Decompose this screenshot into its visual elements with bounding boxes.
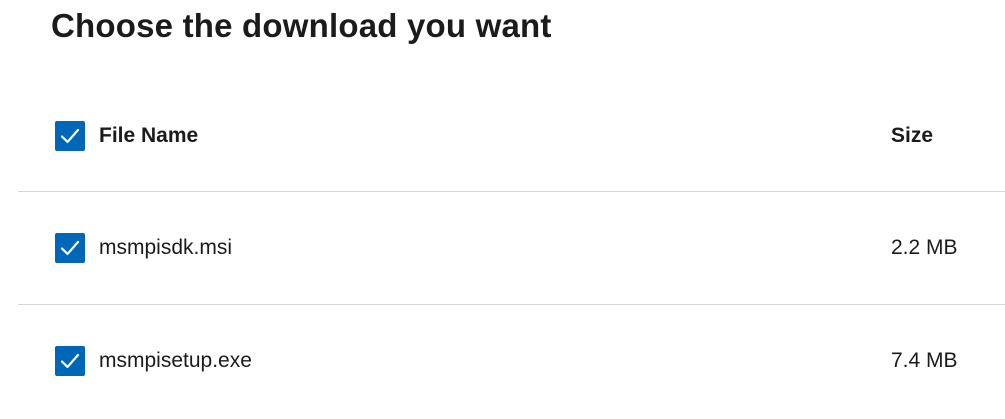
file-size: 7.4 MB bbox=[891, 349, 958, 372]
column-header-size: Size bbox=[891, 123, 934, 147]
file-size: 2.2 MB bbox=[891, 236, 958, 259]
checkmark-icon bbox=[60, 353, 80, 369]
file-checkbox-msmpisdk[interactable] bbox=[55, 233, 85, 263]
file-name: msmpisetup.exe bbox=[99, 349, 252, 372]
select-all-checkbox[interactable] bbox=[55, 120, 85, 151]
file-checkbox-msmpisetup[interactable] bbox=[55, 346, 85, 376]
column-header-file-name: File Name bbox=[99, 123, 199, 147]
checkmark-icon bbox=[60, 128, 80, 143]
download-table: File Name Size msmpisdk.msi 2.2 MB msmpi… bbox=[18, 80, 1005, 417]
page-title: Choose the download you want bbox=[51, 7, 552, 44]
checkmark-icon bbox=[60, 240, 80, 256]
table-header-row: File Name Size bbox=[18, 80, 1005, 192]
file-name: msmpisdk.msi bbox=[99, 236, 233, 259]
table-row: msmpisdk.msi 2.2 MB bbox=[18, 192, 1005, 305]
table-row: msmpisetup.exe 7.4 MB bbox=[18, 305, 1005, 417]
